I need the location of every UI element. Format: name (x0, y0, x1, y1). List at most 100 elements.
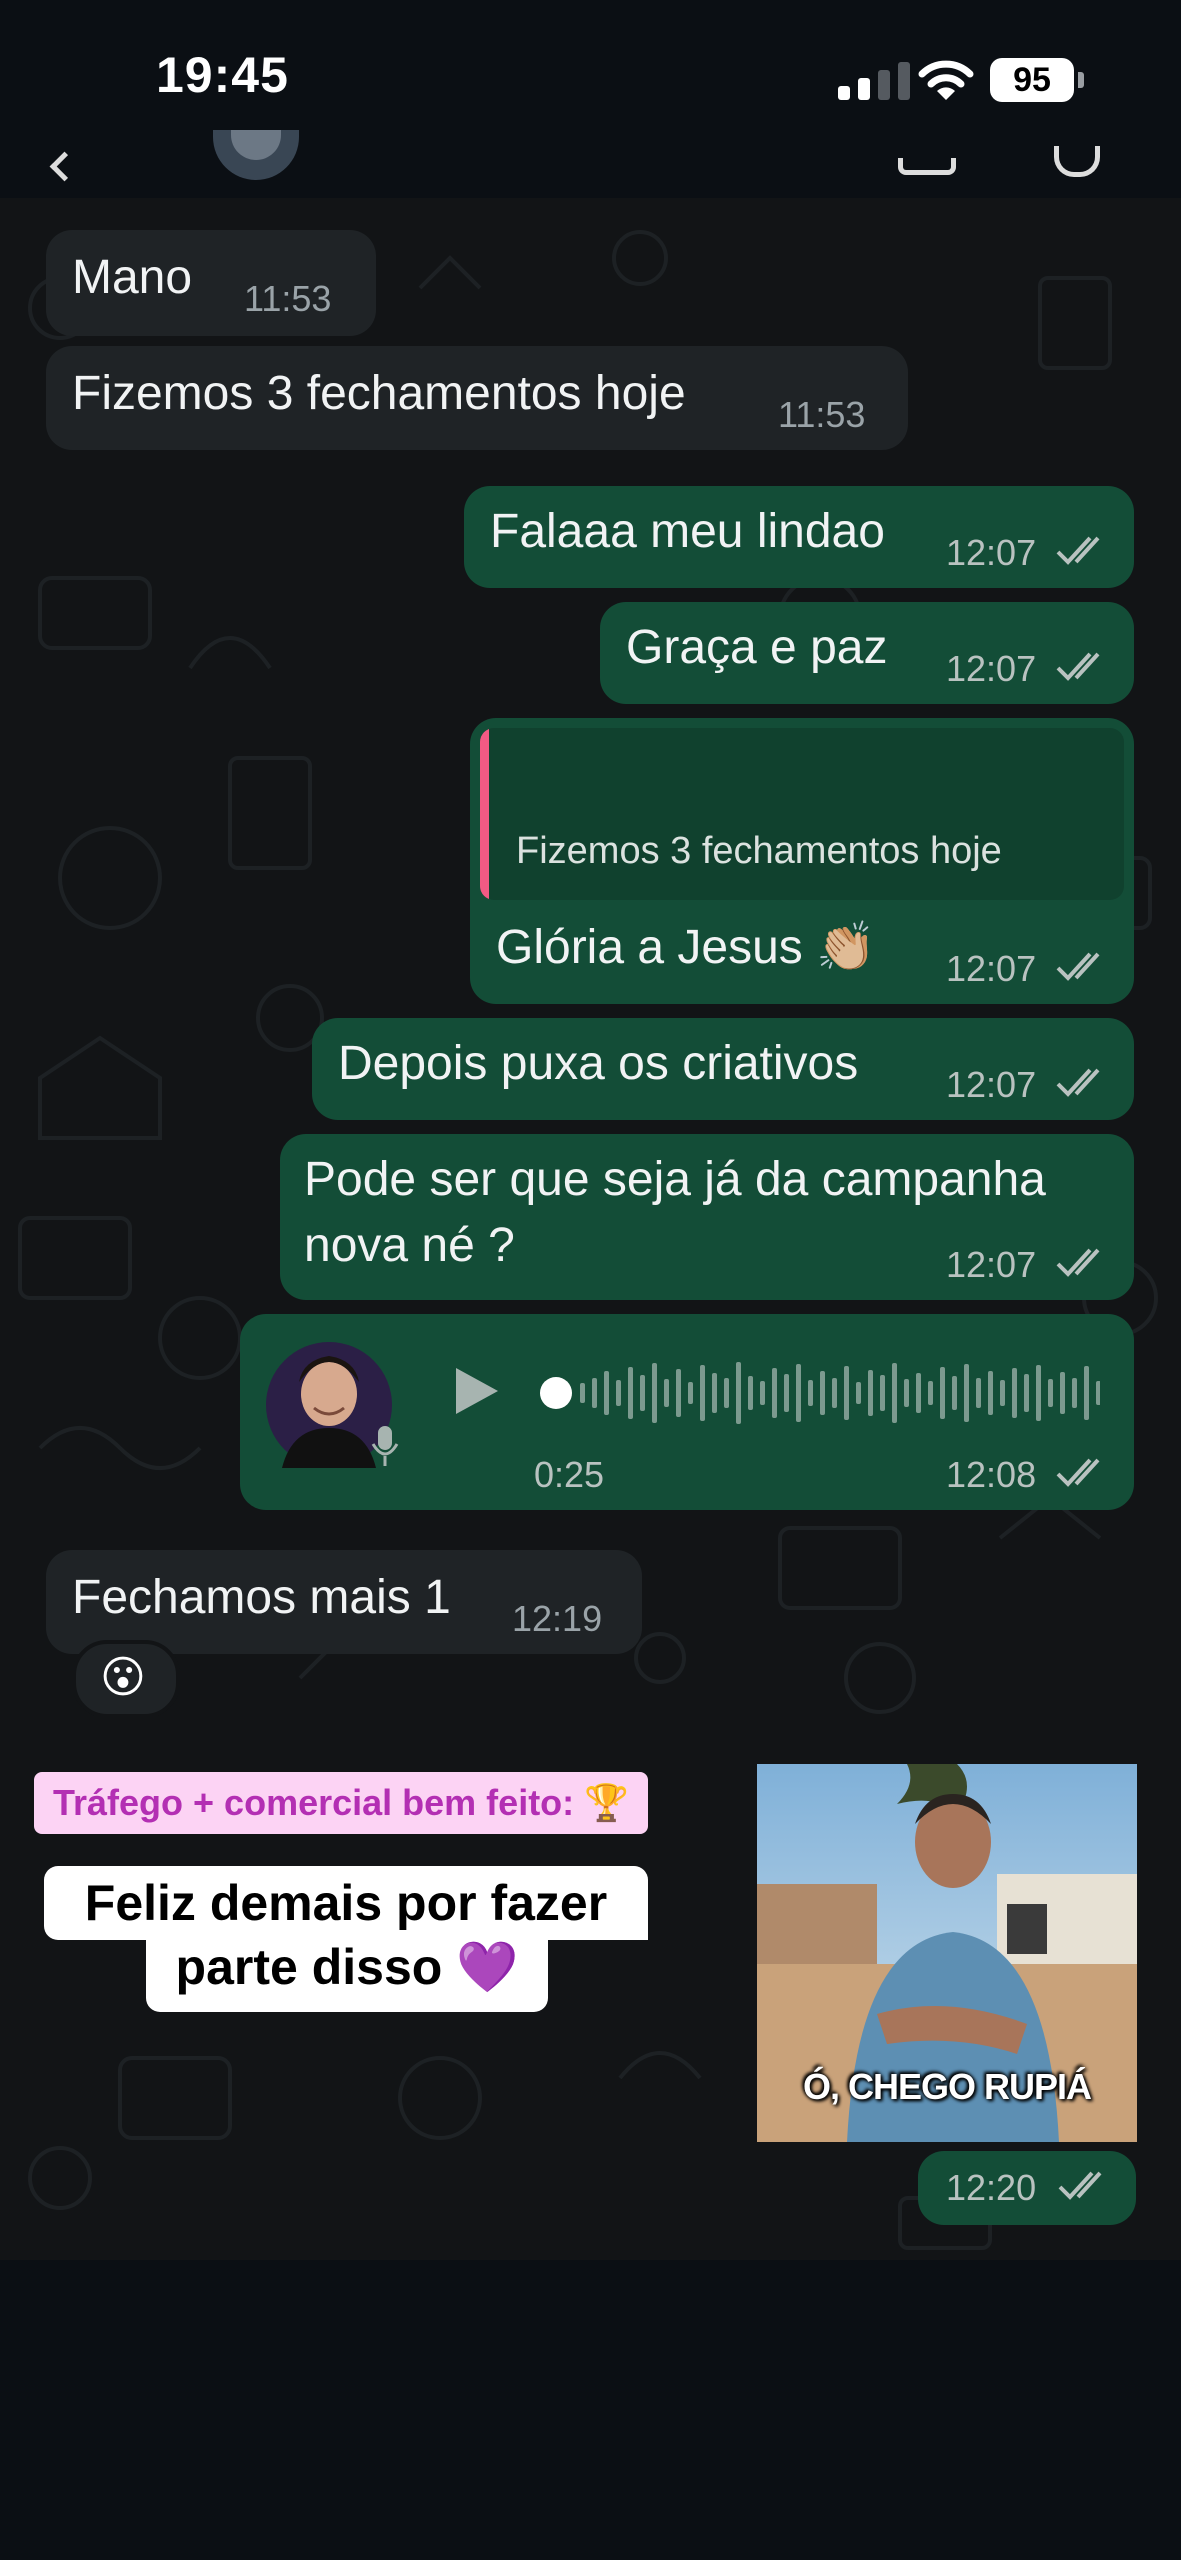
voice-message-bubble[interactable]: 0:25 12:08 (240, 1314, 1134, 1510)
waveform-bar (892, 1363, 897, 1423)
waveform-bar (988, 1371, 993, 1415)
waveform-bar (976, 1378, 981, 1408)
waveform-bar (580, 1383, 585, 1403)
message-time: 11:53 (244, 278, 332, 319)
waveform-bar (868, 1370, 873, 1416)
voice-call-icon[interactable] (1054, 146, 1100, 177)
waveform-bar (1024, 1374, 1029, 1412)
voice-duration: 0:25 (534, 1454, 605, 1495)
waveform-bar (880, 1375, 885, 1411)
double-check-icon (1056, 952, 1100, 981)
waveform-bar (940, 1367, 945, 1419)
waveform-bar (820, 1371, 825, 1415)
waveform-bar (724, 1378, 729, 1408)
waveform-bar (1048, 1379, 1053, 1407)
double-check-icon (1058, 2171, 1102, 2200)
message-bubble-incoming[interactable]: Fizemos 3 fechamentos hoje 11:53 (46, 346, 908, 450)
message-bubble-incoming[interactable]: Mano 11:53 (46, 230, 376, 336)
double-check-icon (1056, 1068, 1100, 1097)
audio-waveform[interactable] (540, 1358, 1100, 1428)
waveform-bar (688, 1382, 693, 1404)
message-text: Depois puxa os criativos (338, 1037, 859, 1090)
overlay-label: Tráfego + comercial bem feito: 🏆 (34, 1772, 648, 1834)
waveform-bar (772, 1368, 777, 1418)
message-text: Falaaa meu lindao (490, 505, 885, 558)
waveform-bar (1012, 1368, 1017, 1418)
message-time: 12:20 (946, 2167, 1037, 2208)
message-text: Fizemos 3 fechamentos hoje (72, 367, 686, 420)
message-time: 12:19 (512, 1598, 603, 1639)
image-caption-text: Ó, CHEGO RUPIÁ (802, 2066, 1092, 2107)
waveform-bar (928, 1381, 933, 1405)
message-text: Glória a Jesus 👏🏼 (496, 921, 876, 974)
message-bubble-outgoing-reply[interactable]: Fizemos 3 fechamentos hoje Glória a Jesu… (470, 718, 1134, 1004)
waveform-bar (700, 1365, 705, 1421)
double-check-icon (1056, 536, 1100, 565)
waveform-bar (808, 1380, 813, 1406)
waveform-bar (760, 1381, 765, 1405)
bottom-empty-area (0, 2260, 1181, 2560)
waveform-bar (616, 1380, 621, 1406)
waveform-bar (796, 1364, 801, 1422)
image-message[interactable]: Ó, CHEGO RUPIÁ (757, 1764, 1137, 2142)
waveform-bar (640, 1375, 645, 1411)
waveform-bar (964, 1364, 969, 1422)
image-timestamp: 12:20 (918, 2151, 1136, 2225)
message-time: 12:07 (946, 648, 1037, 689)
waveform-bar (1084, 1366, 1089, 1420)
play-icon[interactable] (454, 1366, 500, 1416)
waveform-bar (784, 1374, 789, 1412)
microphone-icon (371, 1426, 399, 1466)
waveform-bar (916, 1373, 921, 1413)
waveform-bar (1060, 1372, 1065, 1414)
waveform-bar (1096, 1381, 1100, 1405)
message-bubble-outgoing[interactable]: Graça e paz 12:07 (600, 602, 1134, 704)
waveform-bar (1036, 1365, 1041, 1421)
message-time: 12:07 (946, 1244, 1037, 1285)
waveform-scrubber (540, 1377, 572, 1409)
waveform-bar (1072, 1378, 1077, 1408)
waveform-bar (844, 1366, 849, 1420)
waveform-bar (1000, 1380, 1005, 1406)
contact-avatar[interactable] (213, 130, 299, 180)
quoted-text: Fizemos 3 fechamentos hoje (516, 830, 1002, 872)
message-bubble-outgoing[interactable]: Depois puxa os criativos 12:07 (312, 1018, 1134, 1120)
message-reaction[interactable]: 😮 (72, 1640, 180, 1718)
waveform-bar (856, 1382, 861, 1404)
waveform-bar (904, 1379, 909, 1407)
message-text: Mano (72, 251, 193, 304)
waveform-bar (592, 1378, 597, 1408)
waveform-bar (736, 1362, 741, 1424)
message-text: Fechamos mais 1 (72, 1571, 451, 1624)
waveform-bar (832, 1378, 837, 1408)
double-check-icon (1056, 1458, 1100, 1487)
quote-accent-bar (480, 728, 489, 900)
message-bubble-outgoing[interactable]: Pode ser que seja já da campanha nova né… (280, 1134, 1134, 1300)
message-text: Graça e paz (626, 621, 888, 674)
message-time: 12:08 (946, 1454, 1037, 1495)
reaction-emoji: 😮 (100, 1653, 146, 1702)
wifi-icon (918, 60, 974, 100)
video-call-icon[interactable] (898, 158, 956, 175)
message-time: 12:07 (946, 948, 1037, 989)
quoted-message[interactable]: Fizemos 3 fechamentos hoje (480, 728, 1124, 900)
message-bubble-outgoing[interactable]: Falaaa meu lindao 12:07 (464, 486, 1134, 588)
status-bar: 19:45 95 (0, 0, 1181, 160)
waveform-bar (952, 1376, 957, 1410)
message-text-line2: nova né ? (304, 1219, 515, 1272)
message-bubble-incoming[interactable]: Fechamos mais 1 12:19 (46, 1550, 642, 1654)
waveform-bar (712, 1373, 717, 1413)
waveform-bar (676, 1369, 681, 1417)
waveform-bar (604, 1371, 609, 1415)
double-check-icon (1056, 1248, 1100, 1277)
message-time: 12:07 (946, 532, 1037, 573)
message-text-line1: Pode ser que seja já da campanha (304, 1153, 1046, 1206)
cellular-signal-icon (838, 62, 910, 100)
chat-header (0, 130, 1181, 198)
overlay-caption-line2: parte disso 💜 (146, 1930, 548, 2012)
battery-indicator: 95 (990, 58, 1084, 102)
waveform-bar (628, 1367, 633, 1419)
overlay-caption-line1: Feliz demais por fazer (44, 1866, 648, 1940)
status-time: 19:45 (156, 47, 289, 103)
double-check-icon (1056, 652, 1100, 681)
